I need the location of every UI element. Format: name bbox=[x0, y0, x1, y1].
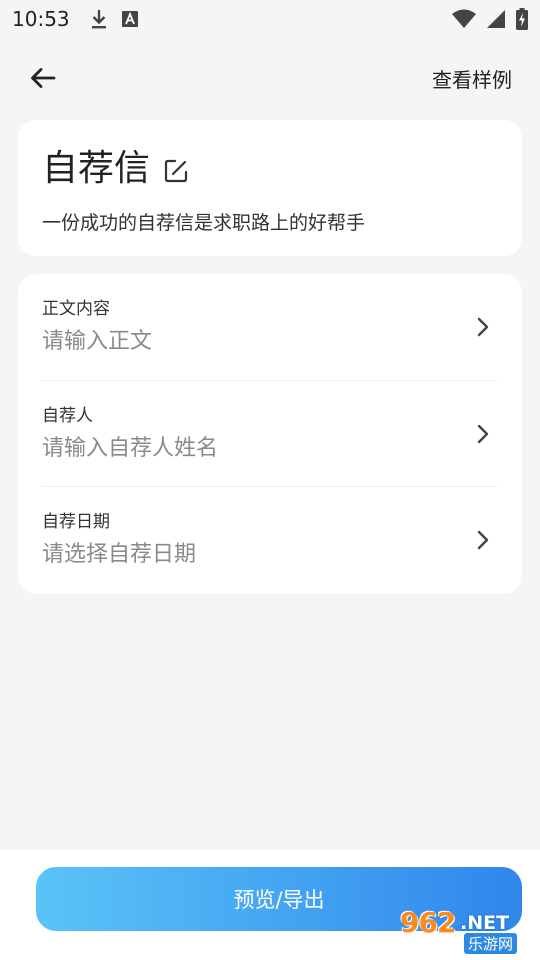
status-bar: 10:53 bbox=[0, 0, 540, 38]
screen: 10:53 查看样例 自荐信 一份成功的自荐信是求职路上的好帮手 正文内容 请输… bbox=[0, 0, 540, 960]
site-watermark-logo: 962 .NET 乐游网 bbox=[400, 906, 532, 954]
recommender-label: 自荐人 bbox=[42, 405, 93, 426]
back-button[interactable] bbox=[28, 63, 58, 93]
chevron-right-icon bbox=[476, 316, 490, 338]
watermark-site-name: 乐游网 bbox=[464, 933, 518, 954]
signal-icon bbox=[486, 9, 506, 29]
edit-icon[interactable] bbox=[162, 157, 190, 185]
view-sample-link[interactable]: 查看样例 bbox=[432, 64, 512, 93]
date-label: 自荐日期 bbox=[42, 511, 110, 532]
download-icon bbox=[90, 8, 108, 30]
chevron-right-icon bbox=[476, 529, 490, 551]
form-row-text: 自荐日期 请选择自荐日期 bbox=[42, 511, 196, 569]
recommender-name-input[interactable]: 请输入自荐人姓名 bbox=[42, 435, 218, 463]
form-row-content[interactable]: 正文内容 请输入正文 bbox=[42, 274, 498, 380]
wifi-icon bbox=[452, 9, 476, 29]
watermark-suffix: .NET bbox=[460, 912, 510, 934]
status-time: 10:53 bbox=[12, 7, 70, 31]
date-picker-input[interactable]: 请选择自荐日期 bbox=[42, 541, 196, 569]
form-card: 正文内容 请输入正文 自荐人 请输入自荐人姓名 自荐日期 请选择自荐日期 bbox=[18, 274, 522, 594]
form-row-text: 自荐人 请输入自荐人姓名 bbox=[42, 405, 218, 463]
form-row-recommender[interactable]: 自荐人 请输入自荐人姓名 bbox=[42, 380, 498, 486]
header-title-row: 自荐信 bbox=[42, 146, 498, 192]
page-subtitle: 一份成功的自荐信是求职路上的好帮手 bbox=[42, 212, 366, 234]
content-label: 正文内容 bbox=[42, 299, 110, 319]
a-notification-icon bbox=[121, 11, 138, 27]
notification-icons bbox=[90, 8, 138, 30]
battery-charging-icon bbox=[516, 8, 528, 30]
header-card: 自荐信 一份成功的自荐信是求职路上的好帮手 bbox=[18, 120, 522, 256]
top-bar: 查看样例 bbox=[0, 50, 540, 106]
form-row-text: 正文内容 请输入正文 bbox=[42, 298, 152, 356]
page-title: 自荐信 bbox=[42, 148, 151, 189]
arrow-left-icon bbox=[31, 68, 56, 88]
system-icons bbox=[452, 8, 528, 30]
chevron-right-icon bbox=[476, 423, 490, 445]
content-input[interactable]: 请输入正文 bbox=[42, 328, 152, 356]
form-row-date[interactable]: 自荐日期 请选择自荐日期 bbox=[42, 486, 498, 592]
watermark-number: 962 bbox=[400, 906, 456, 939]
